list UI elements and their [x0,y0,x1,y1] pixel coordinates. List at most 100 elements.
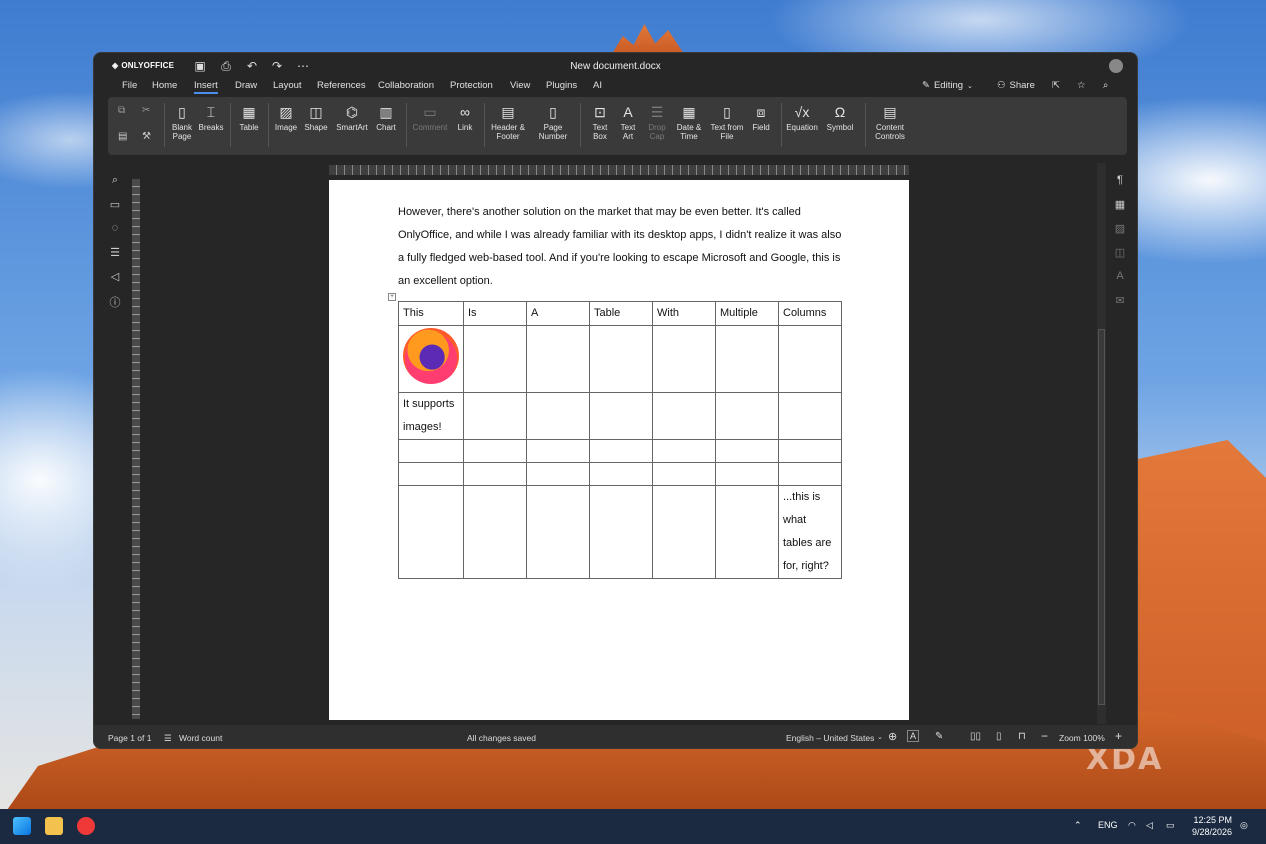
table-cell[interactable] [778,439,842,463]
chat-icon[interactable]: ◌ [108,222,122,234]
mail-merge-icon[interactable]: ✉ [1113,294,1127,307]
comment-button[interactable]: ▭ Comment [413,103,448,133]
volume-icon[interactable]: ◁ [1146,820,1153,831]
table-cell[interactable] [652,462,716,486]
table-cell[interactable] [526,485,590,579]
table-cell[interactable] [526,439,590,463]
content-controls-button[interactable]: ▤ Content Controls [875,103,905,141]
share-button[interactable]: ⚇ Share [997,80,1035,91]
two-page-view-icon[interactable]: ▯▯ [970,731,981,742]
table-cell[interactable] [398,439,464,463]
copy-icon[interactable]: ⧉ [118,105,125,116]
menu-view[interactable]: View [510,80,530,91]
table-cell[interactable] [589,439,653,463]
table-cell[interactable] [652,439,716,463]
table-move-handle[interactable]: + [388,293,396,301]
table-cell[interactable] [463,462,527,486]
file-explorer-icon[interactable] [45,817,63,835]
table-cell[interactable]: With [652,301,716,326]
cut-icon[interactable]: ✂ [142,105,150,116]
menu-references[interactable]: References [317,80,366,91]
table-cell[interactable] [463,485,527,579]
table-cell[interactable] [589,325,653,393]
track-changes-icon[interactable]: ✎ [935,731,943,742]
start-windows-icon[interactable] [13,817,31,835]
wifi-icon[interactable]: ◠ [1128,820,1136,831]
menu-plugins[interactable]: Plugins [546,80,577,91]
table-cell[interactable] [778,392,842,440]
table-cell[interactable]: Is [463,301,527,326]
search-icon[interactable]: ⌕ [1103,80,1108,91]
search-icon[interactable]: ⌕ [108,174,122,187]
table-cell[interactable] [589,392,653,440]
link-button[interactable]: ∞ Link [456,103,474,133]
globe-icon[interactable]: ⊕ [888,730,897,743]
battery-icon[interactable]: ▭ [1166,820,1175,831]
menu-collaboration[interactable]: Collaboration [378,80,434,91]
table-cell[interactable] [398,325,464,393]
spellcheck-icon[interactable]: A [907,730,920,742]
table-cell[interactable] [463,325,527,393]
page-indicator[interactable]: Page 1 of 1 [108,733,151,743]
smartart-button[interactable]: ⌬ SmartArt [336,103,368,133]
table-cell[interactable] [715,392,779,440]
avatar[interactable] [1109,59,1123,73]
input-language[interactable]: ENG [1098,820,1118,830]
header-footer-button[interactable]: ▤ Header & Footer [491,103,525,141]
firefox-logo-image[interactable] [403,328,459,384]
table-cell[interactable] [715,325,779,393]
table-cell[interactable] [589,462,653,486]
system-clock[interactable]: 12:25 PM 9/28/2026 [1190,814,1232,838]
table-cell[interactable]: A [526,301,590,326]
page-number-button[interactable]: ▯ Page Number [539,103,567,141]
table-cell[interactable] [778,325,842,393]
equation-button[interactable]: √x Equation [786,103,818,133]
table-cell[interactable] [715,439,779,463]
body-paragraph[interactable]: However, there's another solution on the… [398,201,848,293]
open-location-icon[interactable]: ⇱ [1052,80,1060,91]
table-cell[interactable] [652,485,716,579]
menu-ai[interactable]: AI [593,80,602,91]
text-from-file-button[interactable]: ▯ Text from File [711,103,744,141]
table-cell[interactable]: It supports images! [398,392,464,440]
table-cell[interactable] [526,325,590,393]
chevron-down-icon[interactable]: ⌄ [877,733,883,741]
menu-insert[interactable]: Insert [194,80,218,94]
document-table[interactable]: This Is A Table With Multiple Columns It… [398,301,842,579]
vivaldi-browser-icon[interactable] [77,817,95,835]
blank-page-button[interactable]: ▯ Blank Page [172,103,192,141]
vertical-scrollbar[interactable] [1097,163,1106,724]
table-cell[interactable] [526,392,590,440]
table-settings-icon[interactable]: ▦ [1113,198,1127,211]
word-count-button[interactable]: Word count [179,733,222,743]
navigation-icon[interactable]: ☰ [108,246,122,259]
table-cell[interactable]: Multiple [715,301,779,326]
vertical-ruler[interactable] [132,179,140,719]
notifications-icon[interactable]: ◎ [1240,820,1248,831]
menu-file[interactable]: File [122,80,137,91]
table-cell[interactable] [778,462,842,486]
word-count-icon[interactable]: ☰ [164,733,172,744]
table-cell[interactable] [652,392,716,440]
table-cell[interactable] [398,462,464,486]
image-settings-icon[interactable]: ▨ [1113,222,1127,235]
table-cell[interactable] [652,325,716,393]
table-cell[interactable]: Table [589,301,653,326]
menu-protection[interactable]: Protection [450,80,493,91]
info-icon[interactable]: ⓘ [108,294,122,310]
zoom-in-icon[interactable]: + [1115,729,1122,743]
table-button[interactable]: ▦ Table [239,103,258,133]
table-cell[interactable]: This [398,301,464,326]
document-page[interactable]: However, there's another solution on the… [329,180,909,720]
editing-mode-button[interactable]: ✎ Editing ⌄ [922,80,973,91]
chevron-up-icon[interactable]: ⌃ [1074,820,1082,831]
text-art-button[interactable]: A Text Art [619,103,637,141]
image-button[interactable]: ▨ Image [275,103,297,133]
scrollbar-thumb[interactable] [1098,329,1105,705]
comments-icon[interactable]: ▭ [108,198,122,211]
date-time-button[interactable]: ▦ Date & Time [677,103,701,141]
menu-draw[interactable]: Draw [235,80,257,91]
paragraph-settings-icon[interactable]: ¶ [1113,174,1127,186]
table-cell[interactable] [526,462,590,486]
table-cell[interactable] [715,485,779,579]
